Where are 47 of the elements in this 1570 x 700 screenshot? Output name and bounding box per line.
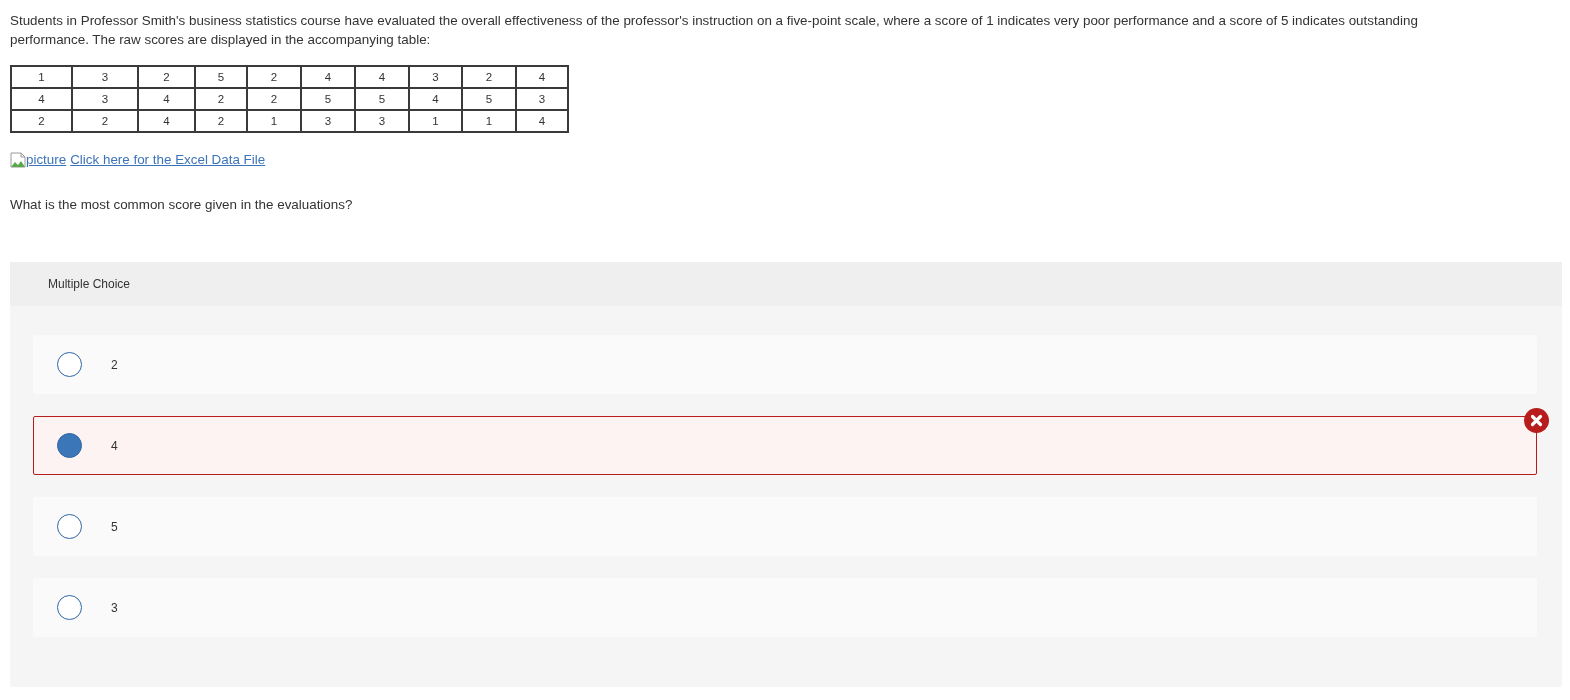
table-cell: 2 [11,110,72,132]
option-label: 3 [111,599,118,617]
table-cell: 3 [72,66,138,88]
table-cell: 4 [138,110,195,132]
question-prompt: What is the most common score given in the evaluations? [10,197,353,213]
table-cell: 4 [138,88,195,110]
table-cell: 1 [409,110,462,132]
answer-option[interactable]: 3 [33,578,1537,637]
table-cell: 1 [462,110,516,132]
question-intro: Students in Professor Smith's business statistics course have evaluated the overall effectiveness of the professor's instruction on a five-point scale, where a score of 1 indicates very poor performance and a score of 5 indicates outstanding performance. The raw scores are displayed in the accompanying table: [10,12,1419,49]
table-cell: 2 [247,88,301,110]
answer-option[interactable]: 5 [33,497,1537,556]
radio-button[interactable] [57,352,82,377]
table-cell: 3 [409,66,462,88]
option-label: 5 [111,518,118,536]
table-cell: 5 [195,66,247,88]
table-cell: 4 [409,88,462,110]
table-cell: 4 [301,66,355,88]
radio-button[interactable] [57,595,82,620]
table-cell: 1 [11,66,72,88]
table-cell: 5 [301,88,355,110]
option-label: 2 [111,356,118,374]
table-cell: 4 [516,110,568,132]
table-cell: 4 [355,66,409,88]
radio-button[interactable] [57,514,82,539]
table-cell: 2 [138,66,195,88]
option-label: 4 [111,437,118,455]
table-cell: 3 [301,110,355,132]
table-cell: 4 [11,88,72,110]
answer-option[interactable]: 2 [33,335,1537,394]
answer-option-incorrect[interactable]: 4 [33,416,1537,475]
excel-data-link[interactable]: picture Click here for the Excel Data File [10,152,266,168]
broken-image-icon [10,152,26,168]
table-cell: 2 [72,110,138,132]
table-cell: 3 [355,110,409,132]
table-cell: 2 [462,66,516,88]
table-cell: 3 [516,88,568,110]
table-cell: 5 [355,88,409,110]
table-cell: 2 [195,110,247,132]
table-cell: 1 [247,110,301,132]
table-cell: 3 [72,88,138,110]
table-cell: 4 [516,66,568,88]
table-cell: 5 [462,88,516,110]
table-cell: 2 [247,66,301,88]
question-type-label: Multiple Choice [48,276,131,293]
table-cell: 2 [195,88,247,110]
radio-button[interactable] [57,433,82,458]
